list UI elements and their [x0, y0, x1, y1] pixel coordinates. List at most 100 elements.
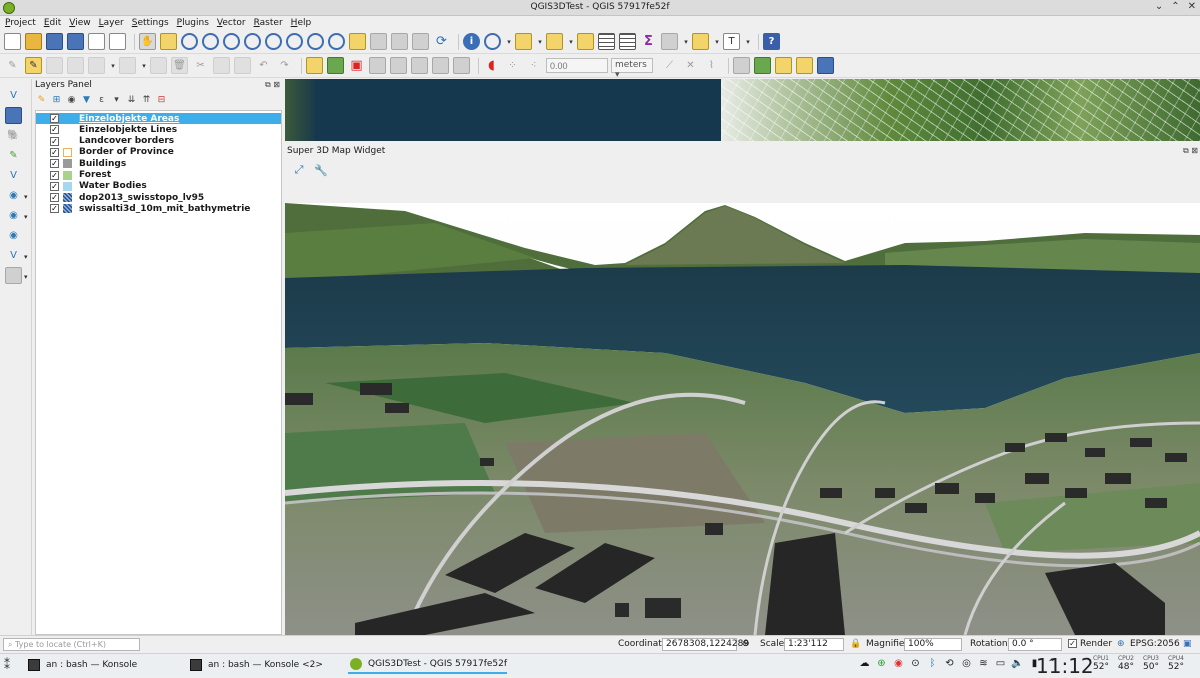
maximize-button[interactable]: ⌃ [1171, 1, 1179, 12]
plugin-icon[interactable] [817, 57, 834, 74]
node-tool-icon[interactable] [754, 57, 771, 74]
crs-status[interactable]: EPSG:2056 [1130, 639, 1180, 649]
messages-icon[interactable]: ▣ [1183, 639, 1192, 649]
app-launcher-icon[interactable]: ⁑ [4, 658, 10, 672]
zoom-out-icon[interactable] [202, 33, 219, 50]
render-checkbox[interactable]: ✓ [1068, 639, 1077, 648]
digitize-icon[interactable] [67, 57, 84, 74]
rotation-field[interactable]: 0.0 ° [1008, 638, 1062, 651]
layer-visibility-checkbox[interactable]: ✓ [50, 114, 59, 123]
menu-raster[interactable]: Raster [254, 16, 283, 30]
layer-row[interactable]: ✓ swissalti3d_10m_mit_bathymetrie [36, 203, 281, 214]
refresh-icon[interactable]: ⟳ [433, 33, 450, 50]
layer-row[interactable]: ✓ Border of Province [36, 147, 281, 158]
new-map-view-icon[interactable] [349, 33, 366, 50]
deselect-features-icon[interactable] [577, 33, 594, 50]
power-icon[interactable]: ▭ [994, 658, 1007, 669]
toggle-editing-icon[interactable]: ✎ [25, 57, 42, 74]
chevron-down-icon[interactable]: ▾ [140, 57, 148, 74]
crs-icon[interactable]: ⊕ [1117, 639, 1125, 649]
chevron-down-icon[interactable]: ▾ [109, 57, 117, 74]
security-icon[interactable]: ⊙ [909, 658, 922, 669]
map-tips-icon[interactable] [692, 33, 709, 50]
zoom-native-icon[interactable] [223, 33, 240, 50]
task-konsole-2[interactable]: an : bash — Konsole <2> [188, 656, 323, 674]
chevron-down-icon[interactable]: ▾ [24, 193, 28, 201]
zoom-full-3d-icon[interactable]: ⤢ [291, 162, 307, 178]
wifi-icon[interactable]: ≋ [977, 658, 990, 669]
identify-3d-icon[interactable]: 🔧 [313, 162, 329, 178]
menu-help[interactable]: Help [291, 16, 312, 30]
layer-row[interactable]: ✓ Einzelobjekte Lines [36, 124, 281, 135]
layer-visibility-checkbox[interactable]: ✓ [50, 125, 59, 135]
add-circular-string-icon[interactable] [733, 57, 750, 74]
edit-pencil-icon[interactable]: ✎ [4, 57, 21, 74]
coordinate-toggle-icon[interactable]: ⊛ [742, 639, 750, 649]
chevron-down-icon[interactable]: ▾ [682, 33, 690, 50]
delete-selected-icon[interactable]: 🗑 [171, 57, 188, 74]
help-icon[interactable]: ? [763, 33, 780, 50]
redo-icon[interactable]: ↷ [276, 57, 293, 74]
3d-scene-canvas[interactable] [285, 203, 1200, 635]
sync-icon[interactable]: ☁ [858, 658, 871, 669]
label-tool-icon[interactable] [306, 57, 323, 74]
filter-legend-icon[interactable]: ▼ [81, 94, 92, 105]
layer-visibility-checkbox[interactable]: ✓ [50, 193, 59, 203]
add-delimited-text-icon[interactable]: V [5, 247, 22, 264]
manage-map-themes-icon[interactable]: ◉ [66, 94, 77, 105]
menu-edit[interactable]: Edit [44, 16, 61, 30]
add-group-icon[interactable]: ⊞ [51, 94, 62, 105]
avoid-intersection-icon[interactable]: ✕ [682, 57, 699, 74]
menu-settings[interactable]: Settings [132, 16, 169, 30]
unit-select[interactable]: meters ▾ [611, 58, 653, 80]
zoom-next-icon[interactable] [328, 33, 345, 50]
chevron-down-icon[interactable]: ▾ [24, 273, 28, 281]
add-feature-icon[interactable] [88, 57, 105, 74]
show-bookmarks-icon[interactable] [412, 33, 429, 50]
topological-editing-icon[interactable]: ⟋ [661, 57, 678, 74]
panel-window-buttons[interactable]: ⧉ ⊠ [265, 80, 280, 90]
layer-visibility-checkbox[interactable]: ✓ [50, 159, 59, 169]
new-print-layout-icon[interactable] [88, 33, 105, 50]
field-calculator-icon[interactable] [619, 33, 636, 50]
vertex-tool-icon[interactable] [119, 57, 136, 74]
snap-tolerance-icon[interactable]: ⁖ [525, 57, 542, 74]
layer-labeling-icon[interactable] [327, 57, 344, 74]
add-vector-layer-icon[interactable]: V [5, 87, 22, 104]
select-by-value-icon[interactable] [546, 33, 563, 50]
snap-vertex-icon[interactable]: ⁘ [504, 57, 521, 74]
layer-row[interactable]: ✓ Buildings [36, 158, 281, 169]
modify-attributes-icon[interactable] [150, 57, 167, 74]
filter-by-expression-icon[interactable]: ε [96, 94, 107, 105]
chevron-down-icon[interactable]: ▾ [536, 33, 544, 50]
copy-features-icon[interactable] [213, 57, 230, 74]
snapping-magnet-icon[interactable]: ◖ [483, 57, 500, 74]
add-wms-layer-icon[interactable]: ◉ [5, 187, 22, 204]
chevron-down-icon[interactable]: ▾ [567, 33, 575, 50]
cut-features-icon[interactable]: ✂ [192, 57, 209, 74]
add-wfs-layer-icon[interactable]: ◉ [5, 227, 22, 244]
change-label-icon[interactable] [453, 57, 470, 74]
select-features-icon[interactable] [515, 33, 532, 50]
zoom-last-icon[interactable] [307, 33, 324, 50]
pan-to-selection-icon[interactable] [160, 33, 177, 50]
zoom-in-icon[interactable] [181, 33, 198, 50]
add-wcs-layer-icon[interactable]: ◉ [5, 207, 22, 224]
bluetooth-icon[interactable]: ᛒ [926, 658, 939, 669]
chevron-down-icon[interactable]: ▾ [24, 213, 28, 221]
menu-view[interactable]: View [69, 16, 90, 30]
coordinate-field[interactable]: 2678308,1224289 [662, 638, 749, 651]
rotate-label-icon[interactable] [432, 57, 449, 74]
vpn-icon[interactable]: ◎ [960, 658, 973, 669]
zoom-to-layer-icon[interactable] [286, 33, 303, 50]
new-shapefile-icon[interactable] [5, 267, 22, 284]
pan-map-icon[interactable]: ✋ [139, 33, 156, 50]
plugin-3d-icon[interactable] [796, 57, 813, 74]
chevron-down-icon[interactable]: ▾ [505, 33, 513, 50]
add-spatialite-layer-icon[interactable]: ✎ [5, 147, 22, 164]
chevron-down-icon[interactable]: ▾ [744, 33, 752, 50]
minimize-button[interactable]: ⌄ [1155, 1, 1163, 12]
layer-row[interactable]: ✓ dop2013_swisstopo_lv95 [36, 192, 281, 203]
actions-icon[interactable] [484, 33, 501, 50]
layer-visibility-checkbox[interactable]: ✓ [50, 204, 59, 214]
